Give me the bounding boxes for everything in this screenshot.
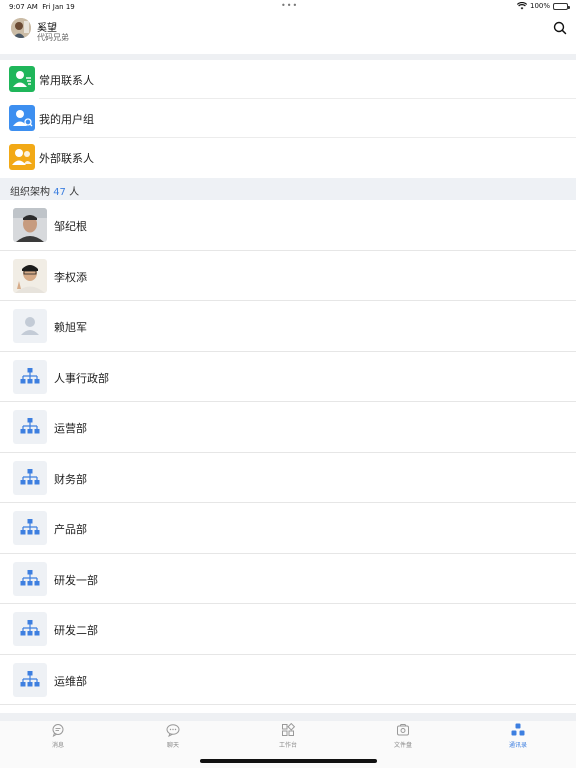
org-section-title: 组织架构 47 人 bbox=[10, 183, 79, 198]
user-subtitle: 代码兄弟 bbox=[37, 33, 69, 42]
list-item-department[interactable]: 运营部 bbox=[0, 402, 576, 453]
quick-item-label: 常用联系人 bbox=[39, 74, 94, 87]
department-icon bbox=[13, 662, 47, 697]
quick-item-external-contacts[interactable]: 外部联系人 bbox=[0, 138, 576, 177]
default-avatar-icon bbox=[13, 309, 47, 343]
org-title-text: 组织架构 bbox=[10, 187, 50, 198]
org-member-count: 47 bbox=[53, 187, 66, 198]
quick-item-user-group[interactable]: 我的用户组 bbox=[0, 99, 576, 138]
battery-percent: 100% bbox=[529, 2, 550, 10]
list-item-person[interactable]: 邹纪根 bbox=[0, 200, 576, 251]
wifi-icon bbox=[516, 2, 527, 10]
tab-label: 聊天 bbox=[166, 742, 179, 749]
tab-label: 文件盘 bbox=[393, 742, 412, 749]
list-bottom-band bbox=[0, 713, 576, 721]
external-contacts-icon bbox=[9, 144, 35, 170]
message-icon bbox=[52, 724, 64, 737]
multitask-dots-icon[interactable]: ••• bbox=[281, 1, 298, 10]
list-item-label: 研发一部 bbox=[54, 573, 98, 587]
avatar bbox=[13, 208, 47, 242]
list-item-label: 产品部 bbox=[54, 523, 87, 536]
org-section-header: 组织架构 47 人 bbox=[0, 178, 576, 200]
avatar bbox=[13, 258, 47, 293]
tab-messages[interactable]: 消息 bbox=[28, 723, 88, 753]
list-item-person[interactable]: 李权添 bbox=[0, 251, 576, 301]
search-icon[interactable] bbox=[552, 20, 568, 36]
status-date: Fri Jan 19 bbox=[42, 3, 75, 11]
tab-label: 工作台 bbox=[278, 742, 297, 749]
list-item-department[interactable]: 产品部 bbox=[0, 503, 576, 554]
list-item-label: 赖旭军 bbox=[54, 321, 87, 334]
tab-label: 消息 bbox=[51, 742, 64, 749]
list-item-label: 财务部 bbox=[54, 472, 87, 486]
battery-icon bbox=[553, 2, 570, 10]
list-item-label: 研发二部 bbox=[54, 624, 98, 637]
list-item-person[interactable]: 赖旭军 bbox=[0, 301, 576, 352]
list-item-label: 运营部 bbox=[54, 422, 87, 435]
department-icon bbox=[13, 612, 47, 646]
list-item-department[interactable]: 运维部 bbox=[0, 655, 576, 705]
list-item-label: 运维部 bbox=[54, 674, 87, 688]
list-item-department[interactable]: 财务部 bbox=[0, 453, 576, 503]
quick-item-label: 外部联系人 bbox=[39, 152, 94, 165]
quick-item-label: 我的用户组 bbox=[39, 113, 94, 126]
contacts-icon bbox=[511, 723, 525, 736]
status-bar: 9:07 AM Fri Jan 19 ••• 100% bbox=[0, 0, 576, 14]
department-icon bbox=[13, 511, 47, 545]
department-icon bbox=[13, 460, 47, 495]
divider bbox=[0, 704, 576, 705]
list-item-label: 李权添 bbox=[54, 270, 87, 284]
header: 奚望 代码兄弟 bbox=[0, 14, 576, 54]
file-drive-icon bbox=[397, 724, 409, 736]
chat-icon bbox=[166, 724, 180, 737]
list-item-department[interactable]: 研发一部 bbox=[0, 554, 576, 604]
tab-contacts[interactable]: 通讯录 bbox=[488, 723, 548, 753]
list-item-label: 人事行政部 bbox=[54, 371, 109, 385]
list-item-department[interactable]: 人事行政部 bbox=[0, 352, 576, 402]
department-icon bbox=[13, 410, 47, 444]
tab-workbench[interactable]: 工作台 bbox=[258, 723, 318, 753]
home-indicator[interactable] bbox=[200, 759, 377, 763]
department-icon bbox=[13, 561, 47, 596]
avatar-photo bbox=[11, 18, 31, 38]
tab-file-drive[interactable]: 文件盘 bbox=[373, 723, 433, 753]
list-item-label: 邹纪根 bbox=[54, 220, 87, 233]
tab-chat[interactable]: 聊天 bbox=[143, 723, 203, 753]
status-time-date: 9:07 AM Fri Jan 19 bbox=[9, 3, 75, 11]
status-time: 9:07 AM bbox=[9, 3, 38, 11]
org-count-unit: 人 bbox=[69, 187, 80, 198]
frequent-contacts-icon bbox=[9, 66, 35, 92]
avatar[interactable] bbox=[11, 18, 31, 38]
user-group-icon bbox=[9, 105, 35, 131]
tab-label: 通讯录 bbox=[508, 742, 527, 749]
workbench-icon bbox=[282, 723, 295, 736]
department-icon bbox=[13, 359, 47, 394]
status-right: 100% bbox=[516, 2, 570, 10]
quick-item-frequent-contacts[interactable]: 常用联系人 bbox=[0, 60, 576, 99]
list-item-department[interactable]: 研发二部 bbox=[0, 604, 576, 655]
